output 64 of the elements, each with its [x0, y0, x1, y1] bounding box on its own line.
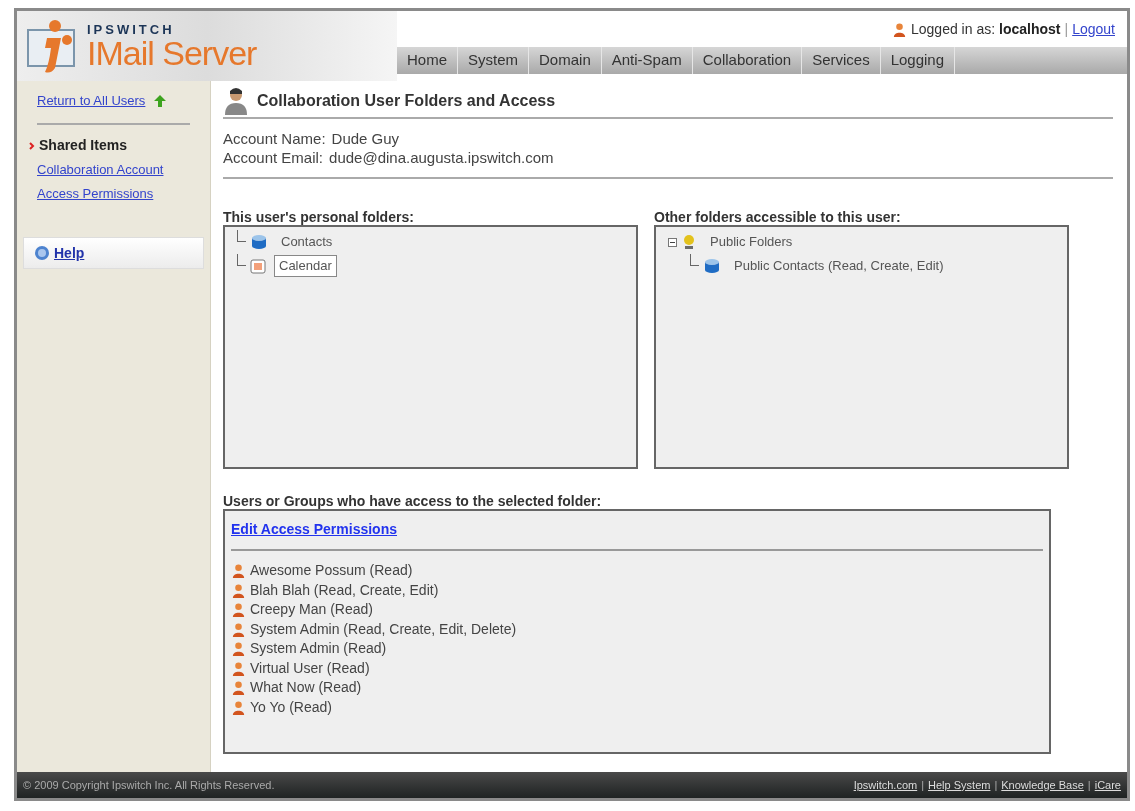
up-arrow-icon [153, 94, 168, 108]
field-value: dude@dina.augusta.ipswitch.com [329, 148, 554, 167]
access-entry: Yo Yo (Read) [250, 697, 332, 717]
nav-tab[interactable]: Anti-Spam [601, 47, 693, 74]
edit-permissions-link[interactable]: Edit Access Permissions [231, 521, 397, 537]
tree-item[interactable]: Contacts [276, 231, 338, 253]
back-link[interactable]: Return to All Users [37, 91, 146, 111]
access-entry: System Admin (Read) [250, 639, 387, 659]
database-icon [703, 258, 721, 274]
tree-item[interactable]: Public Contacts (Read, Create, Edit) [729, 255, 949, 277]
calendar-icon [250, 258, 266, 274]
user-icon [231, 641, 246, 657]
tree-item[interactable]: Calendar [274, 255, 337, 277]
nav-tab[interactable]: Services [802, 47, 881, 74]
footer-link[interactable]: Ipswitch.com [853, 776, 918, 794]
user-icon [231, 602, 246, 618]
login-status-label: Logged in as: [911, 19, 996, 39]
user-icon [892, 21, 907, 37]
user-icon [231, 660, 246, 676]
user-icon [231, 563, 246, 579]
field-value: Dude Guy [331, 129, 400, 148]
company-name: IPSWITCH [87, 22, 176, 36]
field-label: Account Name: [223, 129, 326, 148]
footer-link[interactable]: iCare [1094, 776, 1121, 794]
field-label: Account Email: [223, 148, 324, 167]
footer-link[interactable]: Knowledge Base [1001, 776, 1084, 794]
help-button[interactable]: Help [23, 237, 204, 269]
access-entry: Blah Blah (Read, Create, Edit) [250, 580, 439, 600]
help-icon [34, 245, 50, 261]
separator: | [1064, 19, 1069, 39]
panel-heading: Other folders accessible to this user: [654, 208, 902, 225]
access-entry: System Admin (Read, Create, Edit, Delete) [250, 619, 517, 639]
section-heading: Shared Items [39, 136, 127, 155]
access-entry: What Now (Read) [250, 678, 362, 698]
nav-tab[interactable]: Home [397, 47, 458, 74]
nav-tab[interactable]: Domain [529, 47, 602, 74]
nav-tab[interactable]: System [458, 47, 530, 74]
sidebar-link[interactable]: Collaboration Account [17, 160, 210, 180]
collapse-toggle-icon[interactable] [668, 237, 677, 247]
nav-tab[interactable]: Collaboration [692, 47, 803, 74]
access-entry: Virtual User (Read) [250, 658, 370, 678]
user-icon [231, 699, 246, 715]
panel-heading: Users or Groups who have access to the selected folder: [223, 492, 603, 509]
logout-link[interactable]: Logout [1072, 18, 1115, 40]
access-entry: Creepy Man (Read) [250, 600, 373, 620]
separator: | [921, 777, 925, 793]
username: localhost [999, 19, 1061, 39]
footer-link[interactable]: Help System [928, 776, 991, 794]
panel-heading: This user's personal folders: [223, 208, 415, 225]
tree-item[interactable]: Public Folders [705, 231, 798, 253]
separator: | [1087, 777, 1091, 793]
user-icon [231, 680, 246, 696]
person-icon [223, 87, 249, 115]
user-icon [231, 621, 246, 637]
access-entry: Awesome Possum (Read) [250, 561, 413, 581]
separator: | [994, 777, 998, 793]
user-icon [231, 582, 246, 598]
page-title: Collaboration User Folders and Access [257, 91, 556, 111]
chevron-icon [29, 141, 35, 150]
nav-tab[interactable]: Logging [880, 47, 956, 74]
copyright-text: © 2009 Copyright Ipswitch Inc. All Rights Reserved. [23, 777, 275, 793]
sidebar-link[interactable]: Access Permissions [17, 183, 210, 203]
database-icon [250, 234, 268, 250]
product-name: IMail Server [87, 35, 257, 70]
